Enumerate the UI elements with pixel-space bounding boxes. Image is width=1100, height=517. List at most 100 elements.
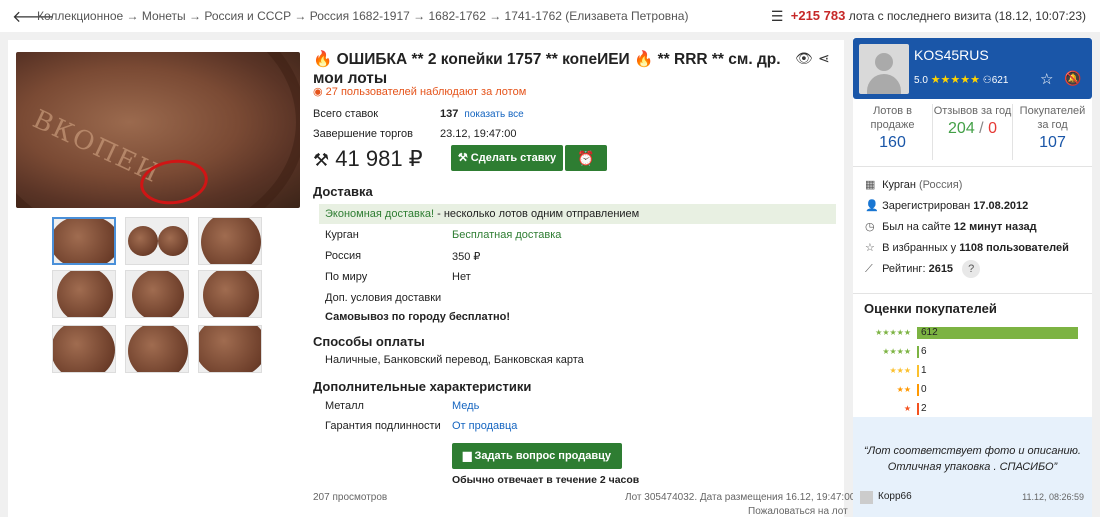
rating-bar (917, 346, 919, 358)
economy-delivery-link[interactable]: Экономная доставка! (325, 208, 434, 220)
payment-methods: Наличные, Банковский перевод, Банковская… (325, 354, 584, 366)
delivery-value: Бесплатная доставка (452, 229, 562, 241)
seller-header: KOS45RUS 5.0 ★★★★★ ⚇621 ☆ 🔕 (853, 38, 1092, 99)
thumbnail[interactable] (125, 217, 189, 265)
watchers-text: 27 пользователей наблюдают за лотом (325, 86, 527, 98)
place-bid-label: Сделать ставку (470, 152, 557, 164)
followers-count: 621 (991, 75, 1009, 86)
reviews-separator: / (974, 120, 989, 137)
lot-card: ВКОПЕИ 🔥 ОШИБКА ** 2 копейки 1757 ** коп… (8, 40, 855, 517)
thumbnail[interactable] (52, 270, 116, 318)
current-price: ⚒ 41 981 ₽ (313, 146, 423, 172)
registered-date: 17.08.2012 (973, 200, 1029, 212)
rating-help-icon[interactable]: ? (962, 260, 981, 278)
gavel-icon: ⚒ (457, 152, 468, 164)
thumbnail[interactable] (125, 270, 189, 318)
menu-icon: ☰ (770, 8, 784, 24)
seller-registered: 👤 Зарегистрирован 17.08.2012 (865, 199, 1028, 212)
bell-off-icon[interactable]: 🔕 (1064, 70, 1081, 87)
rating-count: 2 (921, 403, 927, 414)
stat-lots[interactable]: Лотов в продаже 160 (853, 104, 932, 151)
rating-bar (917, 327, 1078, 339)
new-lots-text: лота с последнего визита (18.12, 10:07:2… (848, 9, 1086, 23)
metal-value-link[interactable]: Медь (452, 400, 479, 412)
stat-label: Отзывов за год (933, 105, 1012, 117)
lot-title-text: ОШИБКА ** 2 копейки 1757 ** копеИЕИ (336, 51, 630, 68)
stat-value: 160 (879, 134, 906, 151)
thumbnail[interactable] (52, 217, 116, 265)
payment-heading: Способы оплаты (313, 334, 425, 349)
rating-stars-icon: ★★★★★ (930, 74, 980, 86)
seller-city: ▦ Курган (Россия) (865, 178, 962, 191)
seller-panel: KOS45RUS 5.0 ★★★★★ ⚇621 ☆ 🔕 Лотов в прод… (853, 38, 1092, 517)
rating-count: 6 (921, 346, 927, 357)
price-value: 41 981 ₽ (335, 146, 423, 171)
rating-value: 2615 (928, 263, 954, 275)
guarantee-value-link[interactable]: От продавца (452, 420, 517, 432)
rating-row[interactable]: ★ 2 (865, 402, 1079, 416)
positive-reviews: 204 (948, 120, 975, 137)
stat-reviews[interactable]: Отзывов за год 204 / 0 (933, 104, 1012, 137)
reviewer-avatar (860, 491, 873, 504)
rating-row[interactable]: ★★★★ 6 (865, 345, 1079, 359)
ask-seller-button[interactable]: ▆ Задать вопрос продавцу (452, 443, 622, 469)
registered-prefix: Зарегистрирован (882, 200, 971, 212)
chat-icon: ▆ (463, 450, 472, 462)
avatar[interactable] (859, 44, 909, 94)
ask-seller-label: Задать вопрос продавцу (474, 450, 611, 462)
seller-favorites: ☆ В избранных у 1108 пользователей (865, 241, 1069, 254)
review-card[interactable]: “Лот соответствует фото и описанию. Отли… (853, 417, 1092, 517)
last-seen-value: 12 минут назад (953, 221, 1037, 233)
seller-name[interactable]: KOS45RUS (914, 47, 989, 63)
delivery-label: Курган (325, 229, 359, 241)
show-all-bids-link[interactable]: показать все (464, 109, 523, 120)
gavel-icon: ⚒ (313, 150, 330, 170)
breadcrumb[interactable]: Коллекционное → Монеты → Россия и СССР →… (37, 9, 688, 23)
top-bar: 🡐 Коллекционное → Монеты → Россия и СССР… (0, 0, 1100, 32)
user-icon: 👤 (865, 200, 879, 212)
fire-icon: 🔥 (634, 51, 654, 68)
reviewer-name[interactable]: Корр66 (878, 491, 912, 502)
share-icon[interactable]: ⋖ (818, 50, 830, 67)
thumbnail[interactable] (125, 325, 189, 373)
rating-bar (917, 384, 919, 396)
place-bid-button[interactable]: ⚒ Сделать ставку (451, 145, 563, 171)
metal-label: Металл (325, 400, 364, 412)
last-seen-prefix: Был на сайте (882, 221, 951, 233)
delivery-value: Нет (452, 271, 471, 283)
pickup-note: Самовывоз по городу бесплатно! (325, 311, 510, 323)
stat-value: 107 (1039, 134, 1066, 151)
views-count: 207 просмотров (313, 492, 388, 503)
rating-bar (917, 403, 919, 415)
response-time: Обычно отвечает в течение 2 часов (452, 474, 640, 486)
report-lot-link[interactable]: Пожаловаться на лот (748, 506, 848, 517)
rating-score: 5.0 (914, 75, 928, 86)
rating-row[interactable]: ★★ 0 (865, 383, 1079, 397)
visit-counter[interactable]: ☰ +215 783 лота с последнего визита (18.… (771, 8, 1086, 25)
thumbnail[interactable] (198, 325, 262, 373)
rating-row[interactable]: ★★★★★ 612 (865, 326, 1079, 340)
main-photo[interactable]: ВКОПЕИ (16, 52, 300, 208)
rating-row[interactable]: ★★★ 1 (865, 364, 1079, 378)
delivery-heading: Доставка (313, 184, 373, 199)
watch-eye-icon[interactable]: 👁 (795, 50, 813, 67)
economy-delivery-banner: Экономная доставка! - несколько лотов од… (319, 204, 836, 224)
favorites-value: 1108 пользователей (959, 242, 1069, 254)
delivery-label: По миру (325, 271, 368, 283)
reminder-alarm-button[interactable]: ⏰ (565, 145, 607, 171)
lot-title: 🔥 ОШИБКА ** 2 копейки 1757 ** копеИЕИ 🔥 … (313, 50, 783, 88)
bids-value: 137 (440, 108, 459, 120)
thumbnail[interactable] (52, 325, 116, 373)
alarm-clock-icon: ⏰ (577, 150, 595, 166)
thumbnail[interactable] (198, 270, 262, 318)
eye-icon: ◉ (313, 86, 323, 98)
city-name: Курган (882, 179, 916, 191)
guarantee-label: Гарантия подлинности (325, 420, 441, 432)
thumbnail[interactable] (198, 217, 262, 265)
stat-buyers[interactable]: Покупателей за год 107 (1013, 104, 1092, 151)
star-outline-icon: ☆ (865, 242, 875, 254)
delivery-label: Доп. условия доставки (325, 292, 442, 304)
favorite-star-icon[interactable]: ☆ (1040, 70, 1053, 88)
delivery-label: Россия (325, 250, 362, 262)
rating-count: 1 (921, 365, 927, 376)
